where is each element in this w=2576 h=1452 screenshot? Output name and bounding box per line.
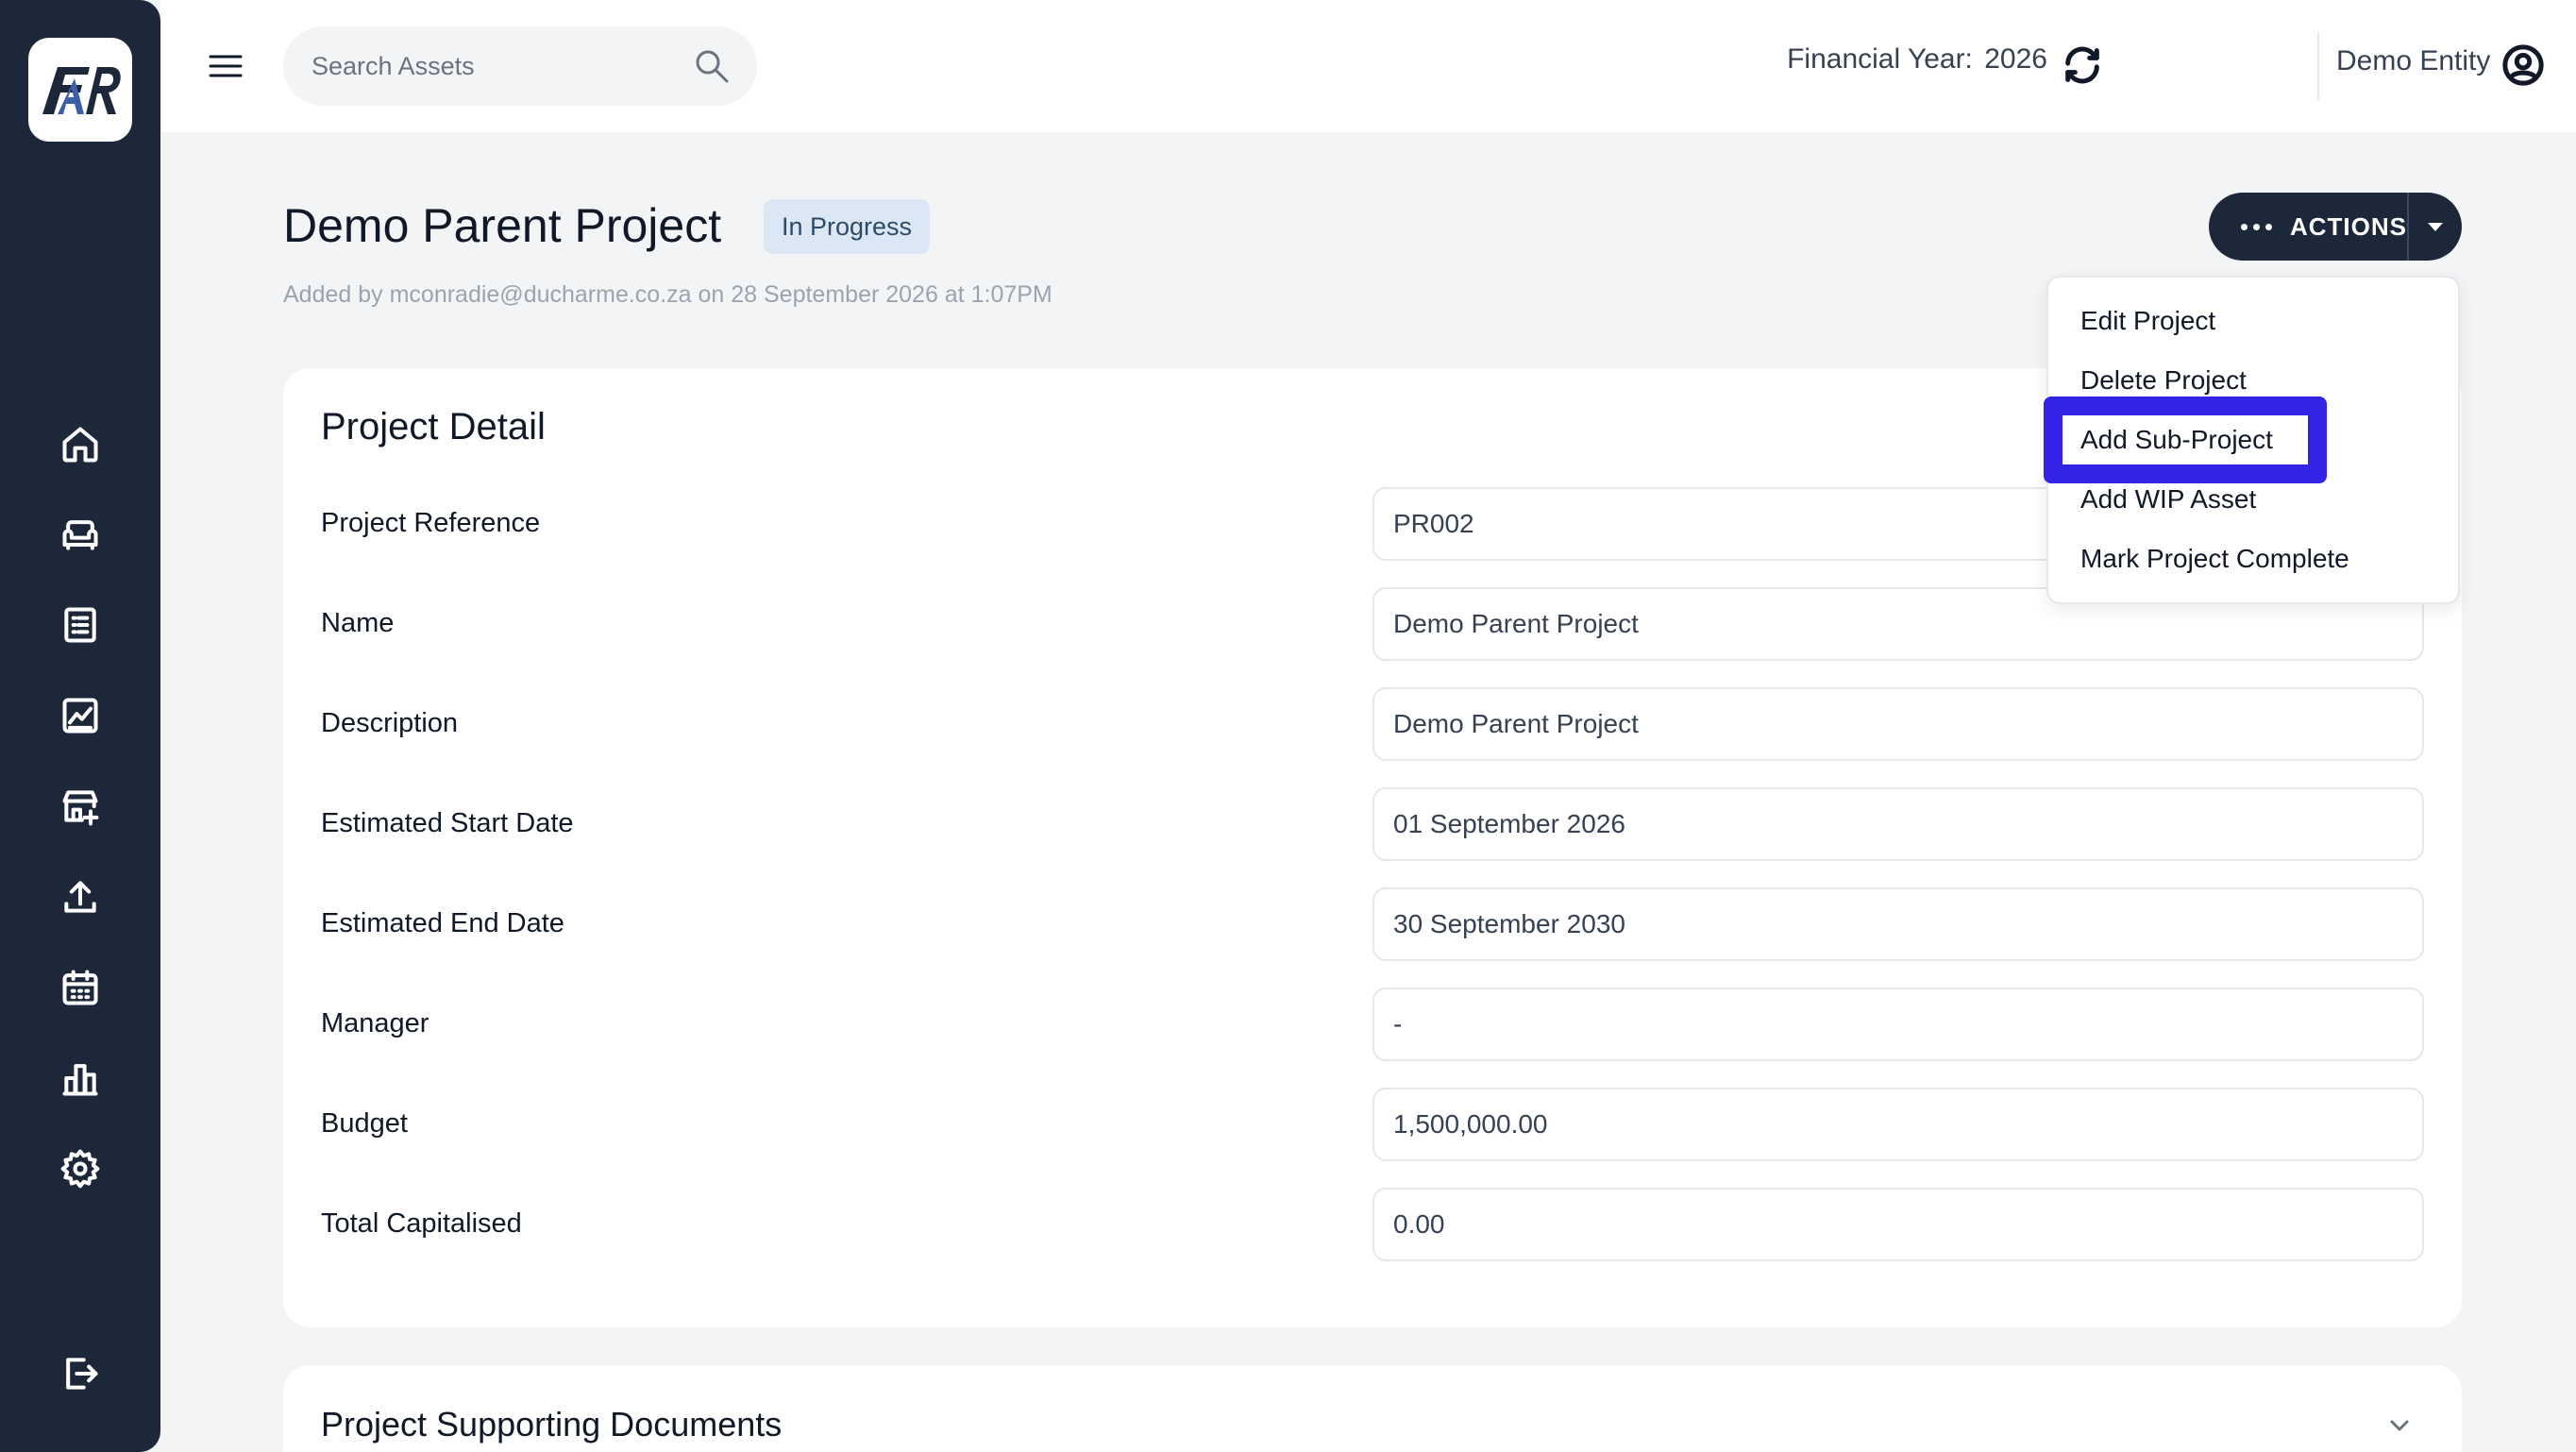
chevron-down-icon[interactable] bbox=[2384, 1410, 2415, 1441]
field-label: Description bbox=[321, 708, 459, 738]
topbar-divider bbox=[2317, 32, 2319, 100]
estimated-end-date-field[interactable]: 30 September 2030 bbox=[1372, 887, 2424, 961]
far-logo-icon bbox=[42, 67, 121, 114]
status-badge: In Progress bbox=[764, 199, 931, 254]
budget-field[interactable]: 1,500,000.00 bbox=[1372, 1088, 2424, 1161]
entity-name[interactable]: Demo Entity bbox=[2336, 45, 2490, 77]
field-label: Estimated Start Date bbox=[321, 808, 574, 838]
total-capitalised-field[interactable]: 0.00 bbox=[1372, 1188, 2424, 1261]
page-title: Demo Parent Project bbox=[283, 199, 722, 252]
field-label: Total Capitalised bbox=[321, 1208, 522, 1239]
home-icon[interactable] bbox=[52, 416, 109, 473]
field-row-budget: Budget 1,500,000.00 bbox=[283, 1088, 2462, 1161]
field-label: Manager bbox=[321, 1008, 429, 1038]
search-box bbox=[283, 26, 757, 106]
field-label: Project Reference bbox=[321, 508, 541, 538]
more-dots-icon bbox=[2241, 221, 2275, 232]
field-label: Name bbox=[321, 608, 395, 638]
menu-item-delete-project[interactable]: Delete Project bbox=[2080, 365, 2247, 396]
bar-chart-icon[interactable] bbox=[52, 1050, 109, 1106]
card-title: Project Detail bbox=[321, 406, 546, 447]
calendar-icon[interactable] bbox=[52, 959, 109, 1016]
field-row-manager: Manager - bbox=[283, 988, 2462, 1061]
estimated-start-date-field[interactable]: 01 September 2026 bbox=[1372, 787, 2424, 861]
field-row-total-capitalised: Total Capitalised 0.00 bbox=[283, 1188, 2462, 1261]
financial-year-value: 2026 bbox=[1984, 43, 2047, 75]
caret-down-icon[interactable] bbox=[2409, 193, 2462, 261]
sofa-icon[interactable] bbox=[52, 506, 109, 563]
field-label: Budget bbox=[321, 1108, 408, 1139]
field-row-estimated-start-date: Estimated Start Date 01 September 2026 bbox=[283, 787, 2462, 861]
description-field[interactable]: Demo Parent Project bbox=[1372, 687, 2424, 761]
actions-main-button[interactable]: ACTIONS bbox=[2209, 193, 2409, 261]
field-row-description: Description Demo Parent Project bbox=[283, 687, 2462, 761]
sidebar bbox=[0, 0, 160, 1452]
upload-icon[interactable] bbox=[52, 869, 109, 925]
top-bar: Financial Year: 2026 bbox=[160, 0, 2576, 132]
settings-icon[interactable] bbox=[52, 1140, 109, 1197]
manager-field[interactable]: - bbox=[1372, 988, 2424, 1061]
hamburger-menu-icon[interactable] bbox=[203, 43, 248, 89]
supporting-documents-card[interactable]: Project Supporting Documents bbox=[283, 1365, 2462, 1452]
menu-item-edit-project[interactable]: Edit Project bbox=[2080, 306, 2215, 336]
financial-year: Financial Year: 2026 bbox=[1787, 43, 2047, 76]
documents-title: Project Supporting Documents bbox=[321, 1405, 783, 1444]
added-by-text: Added by mconradie@ducharme.co.za on 28 … bbox=[283, 281, 1052, 308]
search-icon[interactable] bbox=[691, 45, 732, 87]
menu-item-mark-project-complete[interactable]: Mark Project Complete bbox=[2080, 544, 2349, 574]
financial-year-label: Financial Year: bbox=[1787, 43, 1973, 75]
store-add-icon[interactable] bbox=[52, 778, 109, 835]
field-label: Estimated End Date bbox=[321, 908, 564, 938]
menu-item-add-wip-asset[interactable]: Add WIP Asset bbox=[2080, 484, 2256, 515]
logout-icon[interactable] bbox=[52, 1345, 109, 1402]
chart-icon[interactable] bbox=[52, 687, 109, 744]
actions-button[interactable]: ACTIONS bbox=[2209, 193, 2462, 261]
refresh-icon[interactable] bbox=[2061, 43, 2104, 87]
app-logo[interactable] bbox=[28, 38, 132, 142]
search-input[interactable] bbox=[283, 26, 680, 106]
user-account-icon[interactable] bbox=[2501, 43, 2545, 87]
field-row-estimated-end-date: Estimated End Date 30 September 2030 bbox=[283, 887, 2462, 961]
highlight-box bbox=[2044, 397, 2327, 483]
list-icon[interactable] bbox=[52, 597, 109, 653]
actions-label: ACTIONS bbox=[2290, 211, 2407, 241]
